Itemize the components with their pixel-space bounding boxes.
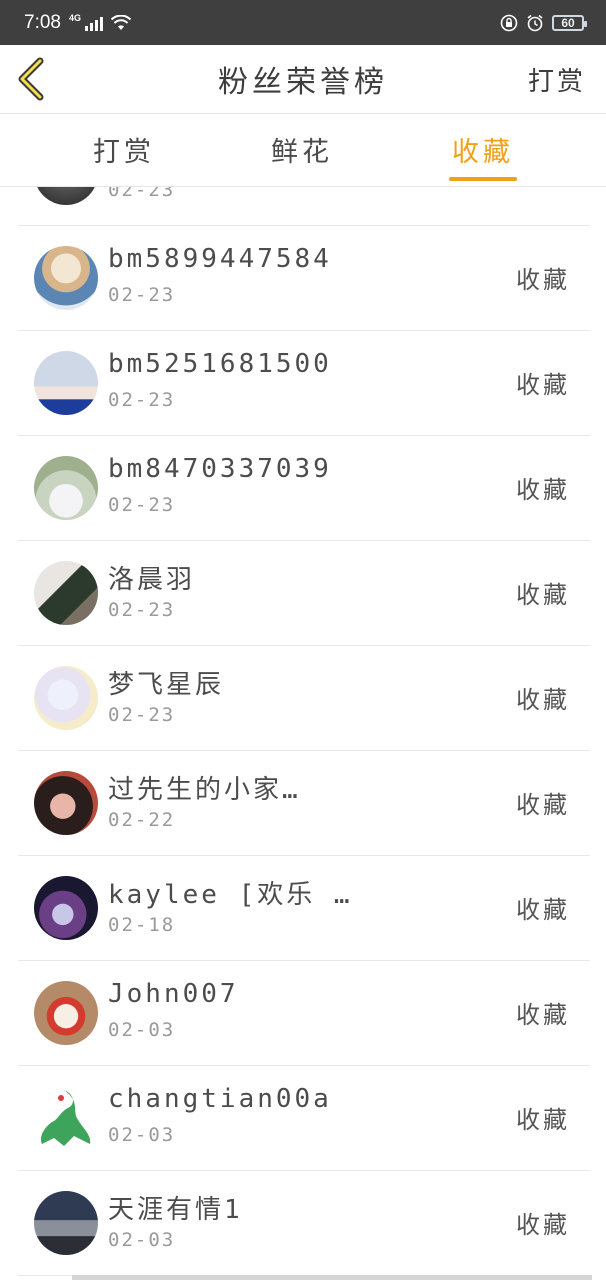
- list-item[interactable]: 洛晨羽 02-23 收藏: [18, 541, 590, 646]
- status-left: 7:08 4G: [24, 12, 131, 34]
- item-name: kaylee [欢乐 …: [108, 880, 353, 910]
- item-action: 收藏: [516, 1001, 570, 1029]
- item-action: 收藏: [516, 476, 570, 504]
- list-item[interactable]: 梦飞星辰 02-23 收藏: [18, 646, 590, 751]
- scroll-indicator: [72, 1275, 592, 1280]
- clock: 7:08: [24, 11, 61, 33]
- avatar: [40, 1090, 91, 1146]
- page-title: 粉丝荣誉榜: [218, 65, 388, 100]
- item-name: 过先生的小家…: [108, 775, 301, 805]
- avatar: [34, 1191, 98, 1255]
- item-name: bm5251681500: [108, 349, 332, 379]
- list-item[interactable]: kaylee [欢乐 … 02-18 收藏: [18, 856, 590, 961]
- item-name: changtian00a: [108, 1084, 332, 1114]
- avatar: [34, 876, 98, 940]
- network-type: 4G: [68, 12, 81, 23]
- alarm-icon: [527, 14, 543, 31]
- signal-icon: 4G: [68, 12, 103, 31]
- list-item[interactable]: 过先生的小家… 02-22 收藏: [18, 751, 590, 856]
- item-name: 梦飞星辰: [108, 670, 225, 700]
- fan-list[interactable]: 02-23 bm5899447584 02-23 收藏 bm5251681500…: [0, 187, 606, 1280]
- avatar: [34, 561, 98, 625]
- item-name: John007: [108, 979, 239, 1009]
- list-item[interactable]: John007 02-03 收藏: [18, 961, 590, 1066]
- avatar: [34, 981, 98, 1045]
- item-action: 收藏: [516, 1211, 570, 1239]
- avatar: [34, 246, 98, 310]
- item-date: 02-23: [108, 284, 176, 306]
- list-item[interactable]: bm8470337039 02-23 收藏: [18, 436, 590, 541]
- wifi-icon: [111, 14, 131, 30]
- item-date: 02-23: [108, 599, 176, 621]
- avatar: [34, 456, 98, 520]
- title-bar: 粉丝荣誉榜 打赏: [0, 45, 606, 113]
- item-date: 02-18: [108, 914, 176, 936]
- list-item[interactable]: changtian00a 02-03 收藏: [18, 1066, 590, 1171]
- status-bar: 7:08 4G 60: [0, 0, 606, 45]
- item-date: 02-23: [108, 389, 176, 411]
- item-date: 02-23: [108, 704, 176, 726]
- item-action: 收藏: [516, 896, 570, 924]
- active-tab-indicator: [449, 177, 517, 181]
- tab-favorites[interactable]: 收藏: [452, 130, 514, 169]
- avatar: [34, 187, 98, 205]
- avatar: [34, 666, 98, 730]
- battery-level: 60: [561, 15, 575, 30]
- list-item[interactable]: bm5899447584 02-23 收藏: [18, 226, 590, 331]
- status-right: 60: [500, 14, 587, 32]
- list-item[interactable]: 天涯有情1 02-03 收藏: [18, 1171, 590, 1276]
- item-action: 收藏: [516, 371, 570, 399]
- item-date: 02-03: [108, 1124, 176, 1146]
- item-action: 收藏: [516, 791, 570, 819]
- tab-reward[interactable]: 打赏: [93, 130, 155, 169]
- tab-bar: 打赏 鲜花 收藏: [0, 114, 606, 186]
- avatar: [34, 351, 98, 415]
- item-date: 02-23: [108, 494, 176, 516]
- item-action: 收藏: [516, 1106, 570, 1134]
- item-name: bm5899447584: [108, 244, 332, 274]
- tab-flowers[interactable]: 鲜花: [271, 130, 333, 169]
- battery-icon: 60: [552, 14, 587, 31]
- reward-button[interactable]: 打赏: [528, 61, 586, 98]
- avatar: [34, 771, 98, 835]
- item-date: 02-23: [108, 187, 176, 201]
- lock-rotation-icon: [500, 14, 518, 31]
- item-action: 收藏: [516, 581, 570, 609]
- item-date: 02-03: [108, 1229, 176, 1251]
- item-name: 洛晨羽: [108, 565, 196, 595]
- list-item[interactable]: bm5251681500 02-23 收藏: [18, 331, 590, 436]
- item-date: 02-22: [108, 809, 176, 831]
- item-action: 收藏: [516, 686, 570, 714]
- item-date: 02-03: [108, 1019, 176, 1041]
- list-item[interactable]: 02-23: [18, 187, 590, 226]
- item-action: 收藏: [516, 266, 570, 294]
- item-name: bm8470337039: [108, 454, 332, 484]
- item-name: 天涯有情1: [108, 1195, 243, 1225]
